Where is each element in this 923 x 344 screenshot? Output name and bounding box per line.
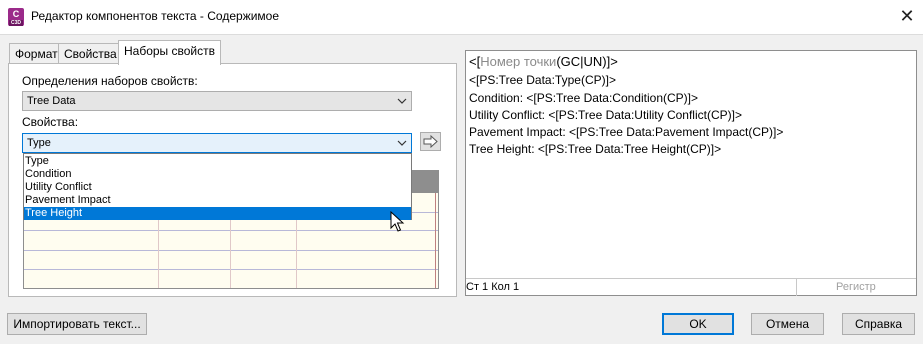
editor-line-1: <[Номер точки(GC|UN)]> [469,54,618,69]
editor-placeholder: Номер точки [480,54,557,69]
app-icon-letter: C [12,9,20,19]
help-button[interactable]: Справка [842,313,915,335]
editor-status-bar: Ст 1 Кол 1 Регистр [466,278,916,296]
status-separator [796,279,797,296]
chevron-down-icon [397,98,407,104]
ok-button[interactable]: OK [662,313,734,335]
close-icon[interactable]: ✕ [896,5,918,27]
editor-line-3: Condition: <[PS:Tree Data:Condition(CP)]… [469,91,699,105]
tab-format[interactable]: Формат [9,43,64,65]
tab-properties[interactable]: Свойства [58,43,123,65]
status-position: Ст 1 Кол 1 [466,281,520,293]
properties-combobox[interactable]: Type [22,133,412,153]
cancel-button[interactable]: Отмена [751,313,824,335]
editor-line-6: Tree Height: <[PS:Tree Data:Tree Height(… [469,142,722,156]
dropdown-option-pavement-impact[interactable]: Pavement Impact [24,194,411,207]
app-icon-sub: C3D [9,20,23,26]
definitions-combobox[interactable]: Tree Data [22,91,412,111]
editor-token-close: (GC|UN)]> [556,54,618,69]
dropdown-option-condition[interactable]: Condition [24,168,411,181]
text-editor[interactable]: <[Номер точки(GC|UN)]> <[PS:Tree Data:Ty… [465,50,917,296]
arrow-right-icon [423,134,438,149]
app-icon: C C3D [8,8,24,26]
editor-line-2: <[PS:Tree Data:Type(CP)]> [469,73,616,87]
properties-dropdown-list[interactable]: Type Condition Utility Conflict Pavement… [23,153,412,220]
insert-property-button[interactable] [420,132,441,151]
definitions-label: Определения наборов свойств: [22,74,198,88]
definitions-value: Tree Data [27,95,76,107]
mouse-cursor-icon [390,211,405,232]
dropdown-option-tree-height[interactable]: Tree Height [24,207,411,220]
grid-row-line [24,269,438,270]
status-register: Регистр [836,281,876,293]
import-text-button[interactable]: Импортировать текст... [7,313,147,335]
window-title: Редактор компонентов текста - Содержимое [31,9,280,23]
editor-line-5: Pavement Impact: <[PS:Tree Data:Pavement… [469,125,784,139]
properties-value: Type [27,137,51,149]
properties-label: Свойства: [22,115,79,129]
dropdown-option-utility-conflict[interactable]: Utility Conflict [24,181,411,194]
editor-line-4: Utility Conflict: <[PS:Tree Data:Utility… [469,108,742,122]
tab-property-sets[interactable]: Наборы свойств [118,40,222,65]
chevron-down-icon [397,140,407,146]
grid-col-line [435,193,436,288]
grid-header-scroll [412,171,438,193]
grid-row-line [24,250,438,251]
editor-token-open: <[ [469,54,481,69]
dropdown-option-type[interactable]: Type [24,155,411,168]
grid-row-line [24,230,438,231]
title-bar: C C3D Редактор компонентов текста - Соде… [0,0,923,34]
